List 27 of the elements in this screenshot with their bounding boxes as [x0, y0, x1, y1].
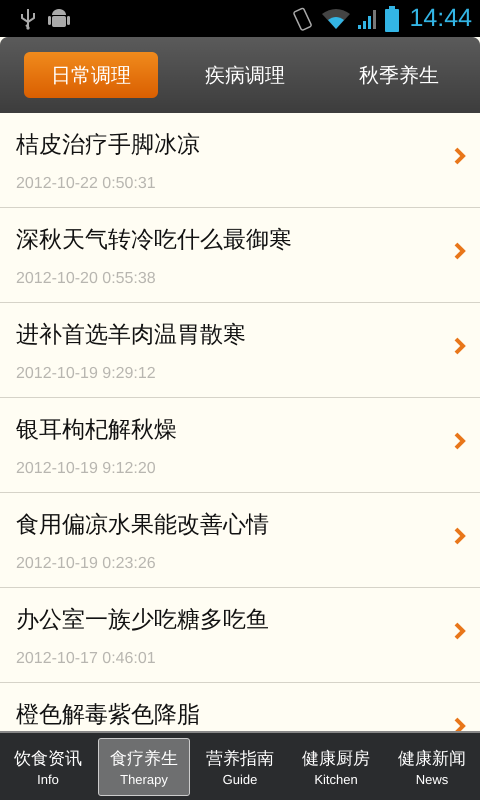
article-title: 办公室一族少吃糖多吃鱼	[16, 606, 270, 634]
article-row[interactable]: 桔皮治疗手脚冰凉 2012-10-22 0:50:31	[0, 113, 480, 208]
article-title: 食用偏凉水果能改善心情	[16, 511, 270, 539]
article-row[interactable]: 食用偏凉水果能改善心情 2012-10-19 0:23:26	[0, 493, 480, 588]
clock-time: 14:44	[409, 4, 472, 33]
tab[interactable]: 秋季养生	[332, 52, 466, 98]
article-row[interactable]: 办公室一族少吃糖多吃鱼 2012-10-17 0:46:01	[0, 588, 480, 683]
article-date: 2012-10-17 0:46:01	[16, 650, 157, 668]
nav-tab[interactable]: 食疗养生 Therapy	[98, 738, 190, 796]
tab[interactable]: 疾病调理	[178, 52, 312, 98]
article-title: 橙色解毒紫色降脂	[16, 701, 201, 729]
nav-tab[interactable]: 饮食资讯 Info	[2, 738, 94, 796]
article-date: 2012-10-19 9:12:20	[16, 460, 157, 478]
article-date: 2012-10-19 0:23:26	[16, 555, 157, 573]
nav-tab[interactable]: 健康新闻 News	[386, 738, 478, 796]
article-date: 2012-10-22 0:50:31	[16, 175, 157, 193]
article-date: 2012-10-20 0:55:38	[16, 270, 157, 288]
article-date: 2012-10-19 9:29:12	[16, 365, 157, 383]
article-title: 深秋天气转冷吃什么最御寒	[16, 226, 293, 254]
nav-tab[interactable]: 营养指南 Guide	[194, 738, 286, 796]
article-row[interactable]: 进补首选羊肉温胃散寒 2012-10-19 9:29:12	[0, 303, 480, 398]
article-row[interactable]: 银耳枸杞解秋燥 2012-10-19 9:12:20	[0, 398, 480, 493]
article-title: 银耳枸杞解秋燥	[16, 416, 178, 444]
article-title: 桔皮治疗手脚冰凉	[16, 131, 201, 159]
article-row[interactable]: 深秋天气转冷吃什么最御寒 2012-10-20 0:55:38	[0, 208, 480, 303]
article-title: 进补首选羊肉温胃散寒	[16, 321, 247, 349]
nav-tab[interactable]: 健康厨房 Kitchen	[290, 738, 382, 796]
